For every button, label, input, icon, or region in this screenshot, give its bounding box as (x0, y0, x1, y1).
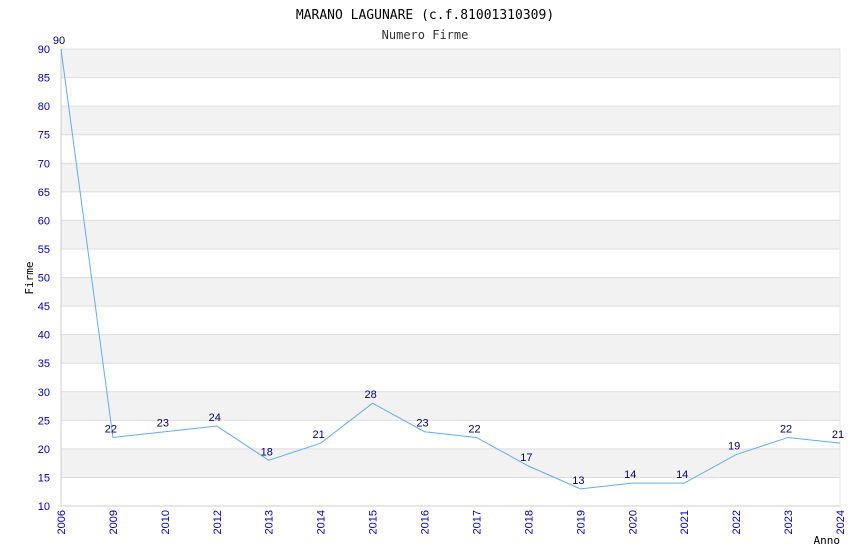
x-axis-ticks: 2006 2009 2010 2012 2013 2014 2015 2016 2017 2018… (56, 510, 847, 534)
x-tick-label: 2018 (523, 510, 535, 534)
y-tick-label: 25 (38, 415, 50, 427)
y-tick-label: 50 (38, 273, 50, 285)
grid-band (61, 448, 840, 478)
grid-bands (61, 49, 840, 478)
y-tick-label: 15 (38, 472, 50, 484)
grid-band (61, 106, 840, 135)
grid-band (61, 220, 840, 249)
y-tick-label: 60 (38, 215, 50, 227)
data-label: 14 (624, 469, 636, 481)
chart-subtitle: Numero Firme (382, 28, 469, 42)
y-tick-label: 90 (38, 44, 50, 56)
grid-band (61, 163, 840, 192)
x-tick-label: 2010 (160, 510, 172, 534)
data-label: 23 (157, 418, 169, 430)
y-tick-label: 45 (38, 301, 50, 313)
y-tick-label: 85 (38, 73, 50, 85)
data-label: 22 (105, 423, 117, 435)
data-label: 24 (209, 412, 221, 424)
x-tick-label: 2022 (731, 510, 743, 534)
data-label: 17 (520, 452, 532, 464)
y-tick-label: 75 (38, 130, 50, 142)
data-label: 22 (780, 423, 792, 435)
x-axis-title: Anno (814, 534, 841, 547)
data-label: 21 (313, 429, 325, 441)
data-label: 23 (416, 418, 428, 430)
data-label: 19 (728, 441, 740, 453)
x-tick-label: 2024 (835, 510, 847, 534)
y-tick-label: 20 (38, 444, 50, 456)
data-label: 14 (676, 469, 688, 481)
x-tick-label: 2023 (783, 510, 795, 534)
grid-band (61, 277, 840, 307)
grid-band (61, 334, 840, 364)
x-tick-label: 2021 (679, 510, 691, 534)
data-label: 22 (468, 423, 480, 435)
y-tick-label: 70 (38, 158, 50, 170)
x-tick-label: 2016 (420, 510, 432, 534)
x-tick-label: 2019 (575, 510, 587, 534)
y-tick-label: 35 (38, 358, 50, 370)
grid-band (61, 391, 840, 421)
y-tick-label: 10 (38, 501, 50, 513)
x-tick-label: 2015 (368, 510, 380, 534)
y-axis-ticks: 10 15 20 25 30 35 40 45 50 55 60 65 70 75 80 85 90 (38, 44, 50, 513)
y-tick-label: 40 (38, 330, 50, 342)
x-tick-label: 2009 (108, 510, 120, 534)
x-tick-label: 2013 (264, 510, 276, 534)
data-label: 18 (261, 446, 273, 458)
data-label: 90 (53, 35, 65, 47)
data-label: 28 (364, 389, 376, 401)
chart-title: MARANO LAGUNARE (c.f.81001310309) (296, 8, 554, 23)
y-tick-label: 65 (38, 187, 50, 199)
x-tick-label: 2014 (316, 510, 328, 534)
grid-band (61, 49, 840, 78)
x-tick-label: 2006 (56, 510, 68, 534)
x-tick-label: 2017 (471, 510, 483, 534)
data-label: 21 (832, 429, 844, 441)
x-tick-label: 2012 (212, 510, 224, 534)
data-label: 13 (572, 475, 584, 487)
y-tick-label: 80 (38, 101, 50, 113)
y-axis-title: Firme (23, 261, 36, 294)
line-chart: MARANO LAGUNARE (c.f.81001310309) Numero… (23, 8, 847, 547)
y-tick-label: 30 (38, 387, 50, 399)
x-tick-label: 2020 (627, 510, 639, 534)
y-tick-label: 55 (38, 244, 50, 256)
